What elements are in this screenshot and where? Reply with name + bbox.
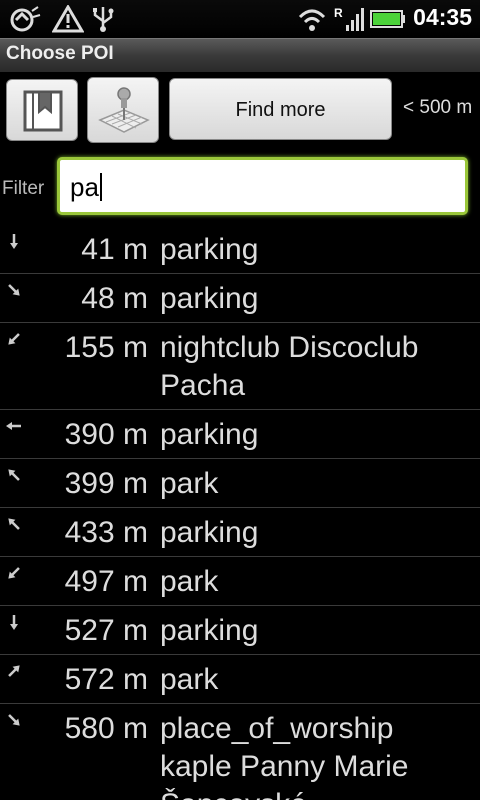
poi-name: parking — [160, 282, 259, 315]
bookmarks-button[interactable] — [6, 79, 78, 141]
list-item[interactable]: 155 m nightclub Discoclub Pacha — [0, 323, 480, 410]
find-more-button[interactable]: Find more — [169, 78, 392, 140]
direction-arrow-icon — [8, 333, 20, 345]
direction-arrow-icon — [8, 567, 20, 579]
clock: 04:35 — [413, 4, 472, 30]
warning-icon — [52, 5, 84, 33]
direction-arrow-icon — [8, 469, 20, 481]
list-item[interactable]: 48 m parking — [0, 274, 480, 323]
map-poi-button[interactable] — [87, 77, 159, 143]
list-item[interactable]: 399 m park — [0, 459, 480, 508]
direction-arrow-icon — [8, 714, 20, 726]
filter-value[interactable]: pa — [70, 172, 102, 203]
list-item[interactable]: 572 m park — [0, 655, 480, 704]
status-bar: R 04:35 — [0, 0, 480, 38]
battery-icon — [370, 10, 405, 28]
list-item[interactable]: 433 m parking — [0, 508, 480, 557]
bookmark-icon — [23, 90, 63, 132]
title-bar: Choose POI — [0, 38, 480, 72]
poi-name: park — [160, 565, 219, 598]
poi-name: parking — [160, 516, 259, 549]
map-pin-icon — [98, 87, 150, 133]
poi-name: nightclub Discoclub Pacha — [160, 331, 419, 402]
find-more-label: Find more — [235, 99, 326, 121]
svg-text:R: R — [334, 6, 343, 20]
poi-list[interactable]: 41 m parking 48 m parking 155 m nightclub Dis… — [0, 225, 480, 800]
poi-name: place_of_worship kaple Panny Marie Šanco… — [160, 712, 409, 800]
poi-name: parking — [160, 233, 259, 266]
list-item[interactable]: 390 m parking — [0, 410, 480, 459]
roaming-signal-icon: R — [334, 6, 364, 31]
usb-icon — [93, 7, 114, 32]
poi-name: parking — [160, 418, 259, 451]
wifi-icon — [298, 9, 326, 31]
sync-icon — [10, 6, 41, 32]
range-label: < 500 m — [403, 97, 473, 118]
direction-arrow-icon — [10, 234, 18, 249]
filter-input[interactable]: pa — [57, 157, 468, 215]
poi-name: parking — [160, 614, 259, 647]
page-title: Choose POI — [6, 43, 114, 64]
text-cursor — [99, 173, 102, 201]
list-item[interactable]: 580 m place_of_worship kaple Panny Marie … — [0, 704, 480, 800]
list-item[interactable]: 497 m park — [0, 557, 480, 606]
direction-arrow-icon — [8, 284, 20, 296]
filter-label: Filter — [2, 178, 45, 199]
poi-name: park — [160, 663, 219, 696]
direction-arrow-icon — [8, 518, 20, 530]
direction-arrow-icon — [8, 665, 20, 677]
poi-name: park — [160, 467, 219, 500]
direction-arrow-icon — [10, 615, 18, 630]
list-item[interactable]: 527 m parking — [0, 606, 480, 655]
list-item[interactable]: 41 m parking — [0, 225, 480, 274]
direction-arrow-icon — [6, 422, 21, 430]
